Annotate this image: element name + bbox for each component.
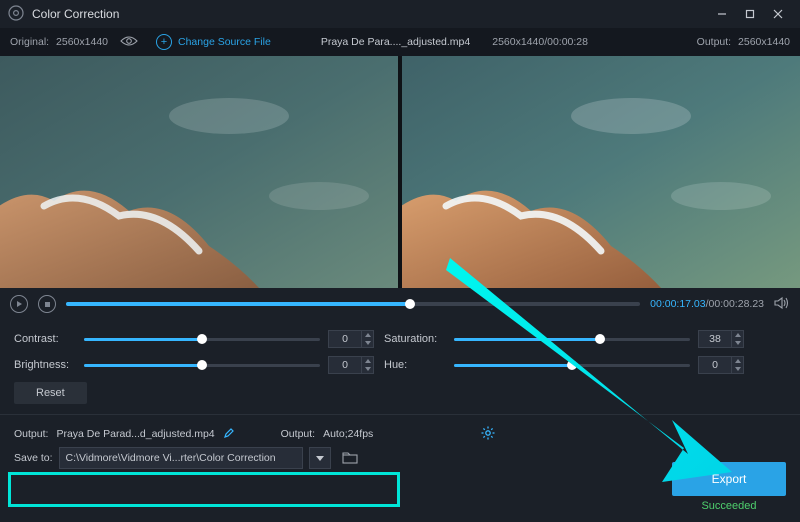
- stepper-up-icon[interactable]: [732, 331, 743, 339]
- preview-area: [0, 56, 800, 288]
- stop-button[interactable]: [38, 295, 56, 313]
- contrast-value: 0: [329, 331, 361, 347]
- play-button[interactable]: [10, 295, 28, 313]
- stepper-up-icon[interactable]: [362, 357, 373, 365]
- stepper-down-icon[interactable]: [732, 339, 743, 347]
- volume-icon[interactable]: [774, 296, 790, 313]
- browse-folder-icon[interactable]: [337, 447, 363, 469]
- output-filename: Praya De Parad...d_adjusted.mp4: [56, 428, 214, 440]
- maximize-button[interactable]: [736, 0, 764, 28]
- stepper-down-icon[interactable]: [362, 339, 373, 347]
- save-path-text: C:\Vidmore\Vidmore Vi...rter\Color Corre…: [66, 452, 276, 464]
- plus-icon: +: [156, 34, 172, 50]
- output-file-label: Output:: [14, 428, 48, 440]
- hue-slider[interactable]: [454, 364, 690, 367]
- export-button-label: Export: [712, 472, 747, 486]
- saturation-label: Saturation:: [384, 333, 446, 345]
- stepper-down-icon[interactable]: [732, 365, 743, 373]
- minimize-button[interactable]: [708, 0, 736, 28]
- hue-value-box[interactable]: 0: [698, 356, 744, 374]
- preview-adjusted: [402, 56, 800, 288]
- source-filename: Praya De Para...._adjusted.mp4: [321, 36, 470, 48]
- stepper-up-icon[interactable]: [362, 331, 373, 339]
- preview-original: [0, 56, 398, 288]
- playback-thumb[interactable]: [405, 299, 415, 309]
- output-label-text: Output:: [697, 36, 731, 48]
- change-source-label: Change Source File: [178, 36, 271, 48]
- playback-time: 00:00:17.03/00:00:28.23: [650, 298, 764, 310]
- save-path-dropdown[interactable]: [309, 447, 331, 469]
- contrast-slider[interactable]: [84, 338, 320, 341]
- export-status: Succeeded: [701, 500, 756, 512]
- time-current: 00:00:17.03: [650, 298, 705, 310]
- settings-gear-icon[interactable]: [481, 426, 495, 443]
- brightness-value: 0: [329, 357, 361, 373]
- playback-slider[interactable]: [66, 302, 640, 306]
- output-format-label: Output:: [281, 428, 315, 440]
- app-logo-icon: [8, 5, 24, 24]
- playback-fill: [66, 302, 410, 306]
- output-res-label: Output: 2560x1440: [697, 36, 790, 48]
- preview-toggle-icon[interactable]: [120, 35, 138, 50]
- save-to-label: Save to:: [14, 452, 53, 464]
- edit-filename-icon[interactable]: [223, 427, 235, 442]
- hue-value: 0: [699, 357, 731, 373]
- original-resolution: 2560x1440: [56, 36, 108, 48]
- saturation-value-box[interactable]: 38: [698, 330, 744, 348]
- stepper-up-icon[interactable]: [732, 357, 743, 365]
- brightness-slider[interactable]: [84, 364, 320, 367]
- export-button[interactable]: Export: [672, 462, 786, 496]
- brightness-value-box[interactable]: 0: [328, 356, 374, 374]
- stepper-down-icon[interactable]: [362, 365, 373, 373]
- original-label: Original: 2560x1440: [10, 36, 108, 48]
- reset-button[interactable]: Reset: [14, 382, 87, 404]
- output-resolution: 2560x1440: [738, 36, 790, 48]
- contrast-value-box[interactable]: 0: [328, 330, 374, 348]
- output-format: Auto;24fps: [323, 428, 373, 440]
- hue-label: Hue:: [384, 359, 446, 371]
- contrast-label: Contrast:: [14, 333, 76, 345]
- window-title: Color Correction: [32, 7, 708, 21]
- source-meta: 2560x1440/00:00:28: [492, 36, 588, 48]
- save-path-field[interactable]: C:\Vidmore\Vidmore Vi...rter\Color Corre…: [59, 447, 303, 469]
- saturation-slider[interactable]: [454, 338, 690, 341]
- brightness-label: Brightness:: [14, 359, 76, 371]
- change-source-button[interactable]: + Change Source File: [156, 34, 271, 50]
- original-label-text: Original:: [10, 36, 49, 48]
- close-button[interactable]: [764, 0, 792, 28]
- time-total: 00:00:28.23: [709, 298, 764, 310]
- saturation-value: 38: [699, 331, 731, 347]
